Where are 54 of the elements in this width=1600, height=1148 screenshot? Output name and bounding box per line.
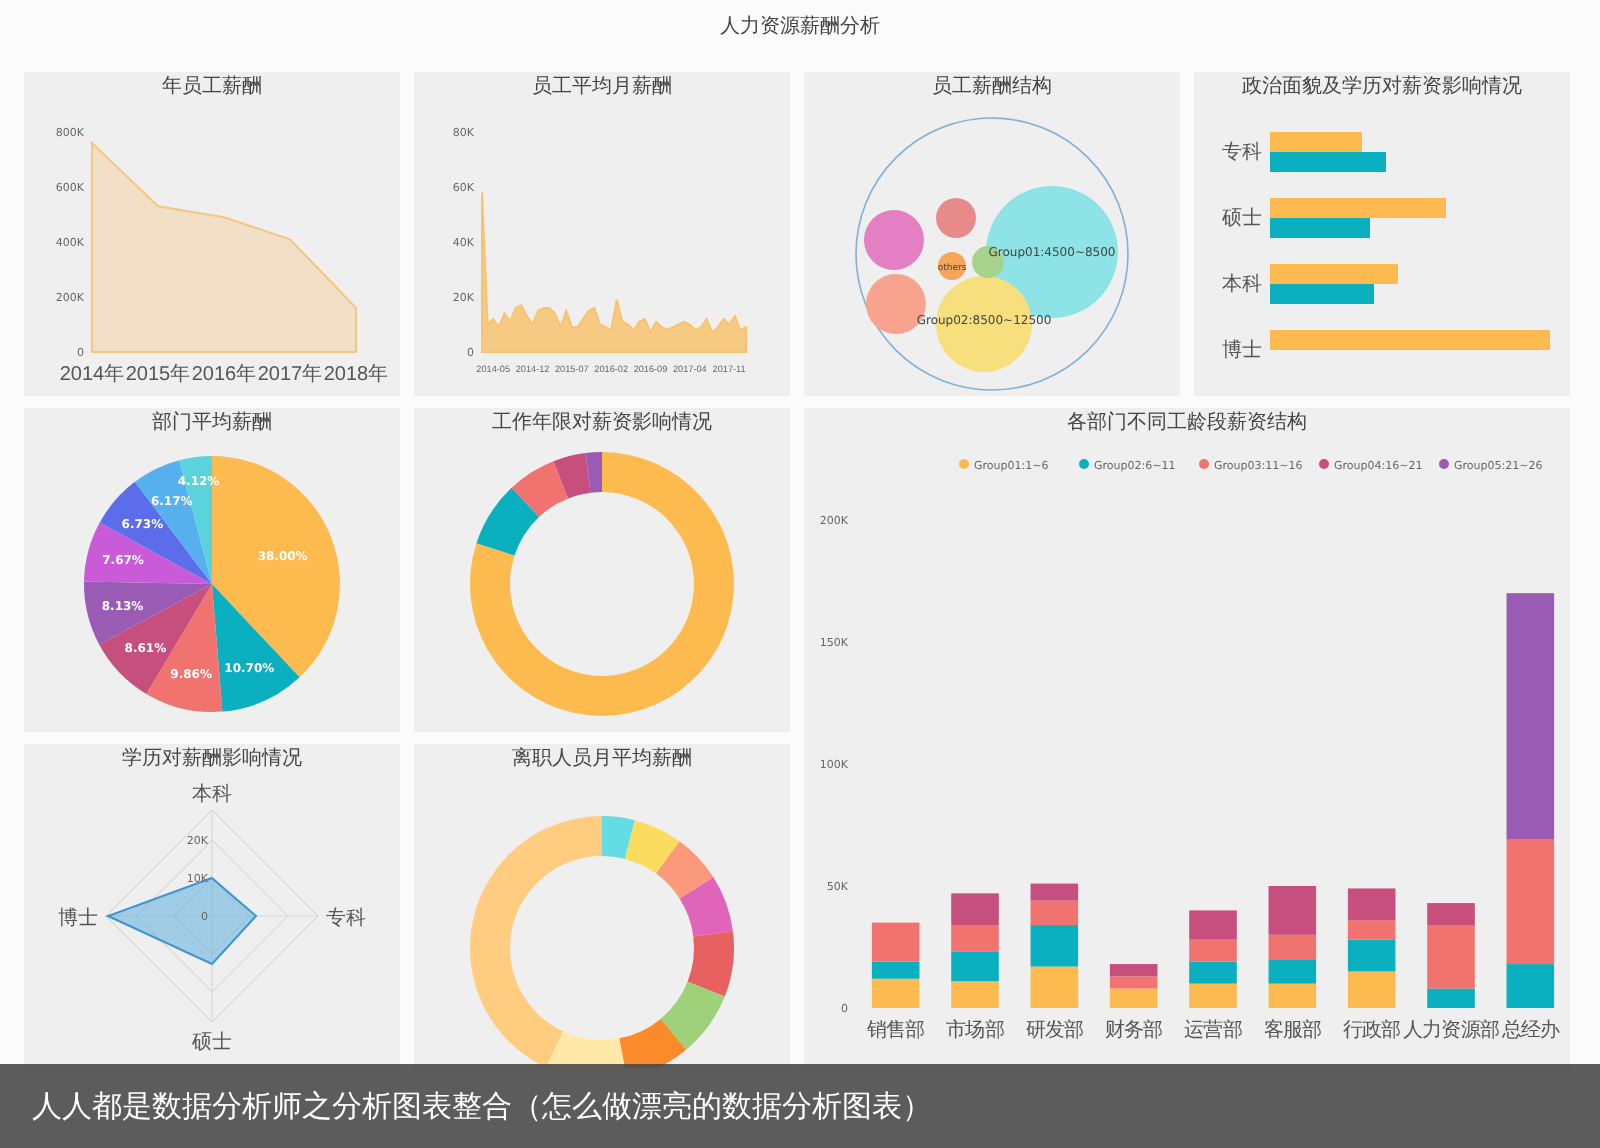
axis-tick-label: 销售部 [866,1020,925,1042]
axis-tick-label: 2018年 [323,364,389,386]
category-label: 专科 [1222,142,1262,164]
legend-marker [1079,459,1089,469]
bar [1270,264,1398,284]
bar-segment [951,981,999,1008]
chart-title: 政治面貌及学历对薪资影响情况 [1242,73,1522,102]
chart-title: 工作年限对薪资影响情况 [492,409,712,438]
bar-segment [1189,983,1237,1008]
chart-title: 部门平均薪酬 [152,409,272,438]
chart-title: 员工平均月薪酬 [532,73,672,102]
bar-segment [951,951,999,982]
bar [1270,284,1374,304]
bar-segment [1030,966,1079,1008]
bar-segment [951,925,999,952]
category-label: 本科 [1222,274,1262,296]
axis-tick-label: 2017年 [257,364,323,386]
chart-title: 员工薪酬结构 [932,73,1052,102]
axis-tick-label: 市场部 [946,1020,1004,1042]
chart-title: 离职人员月平均薪酬 [512,745,692,774]
axis-label: 博士 [58,908,98,930]
chart-title: 学历对薪酬影响情况 [122,745,302,774]
bar-segment [1189,939,1237,962]
bar-segment [951,893,999,926]
legend-marker [1439,459,1449,469]
bar-segment [1268,959,1317,984]
axis-tick-label: 总经办 [1501,1020,1560,1042]
axis-label: 专科 [326,908,366,930]
bar-segment [1189,961,1237,984]
axis-tick-label: 2014年 [59,364,125,386]
legend-marker [959,459,969,469]
axis-label: 硕士 [192,1032,232,1054]
axis-tick-label: 客服部 [1263,1020,1322,1042]
axis-tick-label: 运营部 [1184,1020,1242,1042]
category-label: 博士 [1222,340,1262,362]
axis-tick-label: 2015年 [125,364,191,386]
bar-segment [1347,971,1396,1008]
axis-tick-label: 人力资源部 [1403,1020,1499,1042]
axis-tick-label: 研发部 [1025,1020,1084,1042]
axis-tick-label: 行政部 [1342,1020,1401,1042]
legend-marker [1319,459,1329,469]
chart-title: 年员工薪酬 [162,73,262,102]
legend-marker [1199,459,1209,469]
bar-segment [1268,983,1317,1008]
dashboard-title: 人力资源薪酬分析 [718,13,882,42]
caption-bar: 人人都是数据分析师之分析图表整合（怎么做漂亮的数据分析图表） [0,1064,1600,1148]
axis-tick-label: 2016年 [191,364,257,386]
bar [1270,132,1362,152]
chart-title: 各部门不同工龄段薪资结构 [1067,409,1307,438]
category-label: 硕士 [1222,208,1262,230]
axis-label: 本科 [192,784,232,806]
bar [1270,152,1386,172]
axis-tick-label: 财务部 [1104,1020,1163,1042]
bar-segment [1189,910,1237,940]
